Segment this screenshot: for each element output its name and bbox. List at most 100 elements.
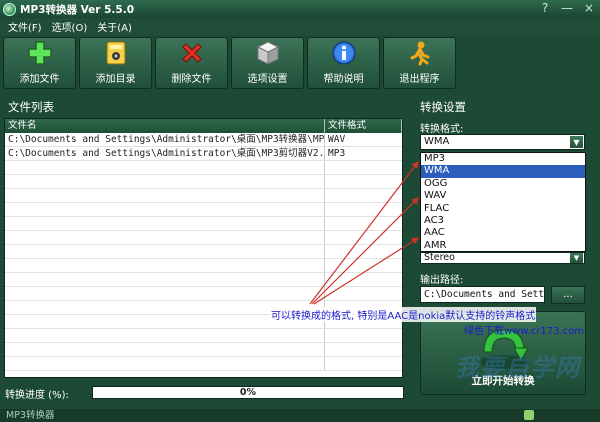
empty-cell <box>5 273 325 286</box>
add-file-label: 添加文件 <box>19 74 60 85</box>
add-folder-button[interactable]: 添加目录 <box>79 37 152 89</box>
exit-label: 退出程序 <box>399 74 440 85</box>
empty-cell <box>5 217 325 230</box>
empty-cell <box>5 175 325 188</box>
app-logo-icon <box>3 2 16 16</box>
progress-bar: 0% <box>92 386 404 399</box>
file-list-title: 文件列表 <box>8 100 54 114</box>
channel-select[interactable]: Stereo ▼ <box>420 252 585 264</box>
empty-row <box>5 161 402 175</box>
empty-cell <box>5 245 325 258</box>
format-dropdown-list[interactable]: MP3 WMA OGG WAV FLAC AC3 AAC AMR <box>420 152 586 252</box>
format-select[interactable]: WMA ▼ <box>420 134 585 150</box>
progress-label: 转换进度 (%): <box>5 390 69 401</box>
chevron-down-icon[interactable]: ▼ <box>570 136 583 148</box>
menu-file[interactable]: 文件(F) <box>8 19 42 34</box>
chevron-down-icon[interactable]: ▼ <box>570 253 583 263</box>
table-row[interactable]: C:\Documents and Settings\Administrator\… <box>5 133 402 147</box>
annotation-link[interactable]: 绿色下载www.cr173.com <box>464 322 584 337</box>
empty-cell <box>5 329 325 342</box>
menu-about[interactable]: 关于(A) <box>97 19 132 34</box>
delete-file-label: 删除文件 <box>171 74 212 85</box>
browse-button[interactable]: ... <box>551 286 585 304</box>
empty-row <box>5 273 402 287</box>
empty-cell <box>325 189 402 202</box>
empty-cell <box>325 287 402 300</box>
empty-cell <box>325 231 402 244</box>
format-option-wma[interactable]: WMA <box>421 165 585 178</box>
exit-button[interactable]: 退出程序 <box>383 37 456 89</box>
output-path-label: 输出路径: <box>420 275 464 286</box>
channel-select-value: Stereo <box>424 252 455 263</box>
empty-cell <box>5 287 325 300</box>
empty-row <box>5 245 402 259</box>
format-option-wav[interactable]: WAV <box>421 190 585 202</box>
file-name-cell: C:\Documents and Settings\Administrator\… <box>5 147 325 160</box>
status-text: MP3转换器 <box>6 410 55 421</box>
exit-runner-icon <box>410 41 429 66</box>
file-format-cell: WAV <box>328 134 346 145</box>
empty-row <box>5 189 402 203</box>
empty-cell <box>5 357 325 370</box>
format-label: 转换格式: <box>420 124 464 135</box>
folder-icon <box>106 41 125 65</box>
format-option-mp3[interactable]: MP3 <box>421 153 585 165</box>
column-header-filename[interactable]: 文件名 <box>5 119 325 133</box>
output-path-input[interactable]: C:\Documents and Settin <box>420 286 545 303</box>
empty-row <box>5 217 402 231</box>
format-option-aac[interactable]: AAC <box>421 227 585 239</box>
cube-icon <box>256 41 279 65</box>
empty-cell <box>325 343 402 356</box>
window-title: MP3转换器 Ver 5.5.0 <box>20 3 135 16</box>
empty-cell <box>5 259 325 272</box>
empty-row <box>5 259 402 273</box>
empty-row <box>5 329 402 343</box>
empty-cell <box>5 189 325 202</box>
minimize-button[interactable]: — <box>560 1 574 16</box>
empty-cell <box>325 161 402 174</box>
empty-cell <box>325 273 402 286</box>
add-file-button[interactable]: 添加文件 <box>3 37 76 89</box>
empty-row <box>5 287 402 301</box>
status-check-icon <box>524 410 534 420</box>
menu-bar: 文件(F) 选项(O) 关于(A) <box>0 18 600 35</box>
table-row[interactable]: C:\Documents and Settings\Administrator\… <box>5 147 402 161</box>
format-select-value: WMA <box>424 136 450 147</box>
format-option-ac3[interactable]: AC3 <box>421 215 585 227</box>
empty-cell <box>5 161 325 174</box>
empty-row <box>5 203 402 217</box>
options-button[interactable]: 选项设置 <box>231 37 304 89</box>
file-format-cell: MP3 <box>328 148 346 159</box>
file-list[interactable]: 文件名 文件格式 C:\Documents and Settings\Admin… <box>4 118 403 378</box>
empty-cell <box>5 203 325 216</box>
format-option-flac[interactable]: FLAC <box>421 203 585 215</box>
title-bar: MP3转换器 Ver 5.5.0 ? — × <box>0 0 600 18</box>
help-guide-button[interactable]: 帮助说明 <box>307 37 380 89</box>
add-folder-label: 添加目录 <box>95 74 136 85</box>
empty-cell <box>325 259 402 272</box>
file-list-header: 文件名 文件格式 <box>5 119 402 133</box>
annotation-text: 可以转换成的格式, 特别是AAC是nokia默认支持的铃声格式 <box>270 307 537 322</box>
menu-options[interactable]: 选项(O) <box>52 19 88 34</box>
help-button[interactable]: ? <box>538 1 552 16</box>
delete-file-button[interactable]: 删除文件 <box>155 37 228 89</box>
plus-icon <box>28 41 51 65</box>
column-header-format[interactable]: 文件格式 <box>325 119 402 133</box>
format-option-ogg[interactable]: OGG <box>421 178 585 190</box>
empty-cell <box>325 217 402 230</box>
empty-row <box>5 231 402 245</box>
empty-row <box>5 175 402 189</box>
toolbar: 添加文件 添加目录 删除文件 选项设置 帮助说明 退出程序 <box>3 37 597 90</box>
empty-cell <box>325 175 402 188</box>
settings-title: 转换设置 <box>420 100 466 114</box>
close-button[interactable]: × <box>582 1 596 16</box>
info-icon <box>332 41 355 65</box>
progress-text: 0% <box>239 387 257 398</box>
watermark-text: 我要自学网 <box>455 354 580 382</box>
delete-x-icon <box>181 43 202 63</box>
empty-cell <box>5 343 325 356</box>
format-option-amr[interactable]: AMR <box>421 240 585 252</box>
empty-cell <box>325 245 402 258</box>
status-bar: MP3转换器 <box>0 409 600 422</box>
options-label: 选项设置 <box>247 74 288 85</box>
